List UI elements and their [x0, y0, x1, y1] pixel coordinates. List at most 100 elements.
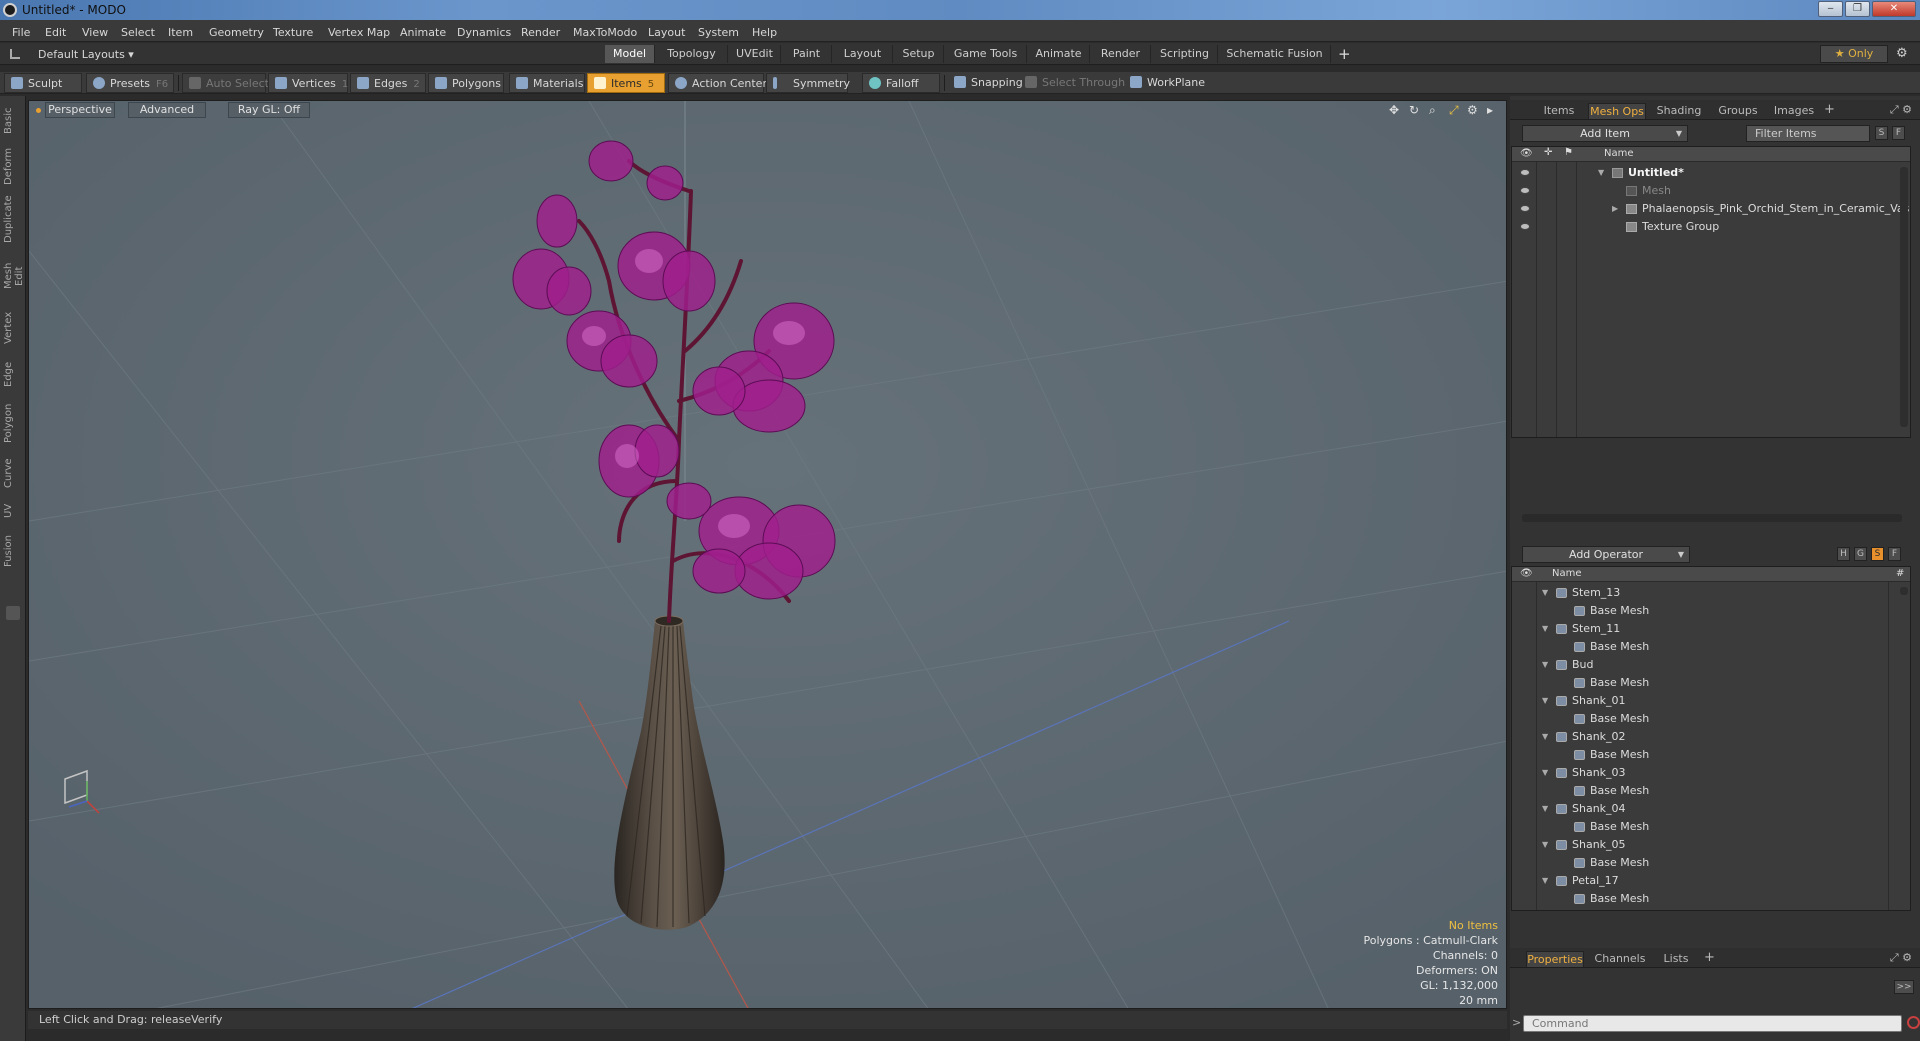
collapse-arrow-icon[interactable]: ▼: [1542, 836, 1548, 854]
visibility-eye-icon[interactable]: [1520, 187, 1530, 194]
menu-dynamics[interactable]: Dynamics: [457, 26, 511, 39]
base-mesh-row[interactable]: Base Mesh: [1512, 602, 1910, 620]
minimize-button[interactable]: ‒: [1818, 1, 1843, 17]
menu-help[interactable]: Help: [752, 26, 777, 39]
expand-properties-button[interactable]: >>: [1894, 980, 1914, 994]
ops-f-button[interactable]: F: [1888, 547, 1901, 561]
tab-animate[interactable]: Animate: [1028, 45, 1090, 63]
materials-button[interactable]: Materials: [509, 73, 585, 93]
items-button[interactable]: Items 5: [587, 73, 665, 93]
layout-icon[interactable]: [10, 49, 20, 59]
only-toggle[interactable]: ★ Only: [1820, 45, 1888, 63]
side-tab-vertex[interactable]: Vertex: [3, 308, 23, 348]
mesh-op-row[interactable]: ▼ Stem_11: [1512, 620, 1910, 638]
tab-layout[interactable]: Layout: [833, 45, 893, 63]
mesh-ops-scrollbar[interactable]: [1900, 587, 1908, 595]
menu-geometry[interactable]: Geometry: [209, 26, 264, 39]
tab-setup[interactable]: Setup: [894, 45, 944, 63]
mesh-op-row[interactable]: ▼ Petal_17: [1512, 872, 1910, 890]
panel-expand-icon[interactable]: ⤢ ⚙: [1890, 951, 1912, 965]
side-tab-duplicate[interactable]: Duplicate: [3, 194, 23, 244]
item-list-scrollbar[interactable]: [1900, 167, 1908, 427]
tab-uvedit[interactable]: UVEdit: [729, 45, 781, 63]
side-tab-deform[interactable]: Deform: [3, 146, 23, 186]
workplane-button[interactable]: WorkPlane: [1124, 73, 1208, 93]
ops-s-button[interactable]: S: [1871, 547, 1884, 561]
viewport-menu-icon[interactable]: ▸: [1487, 103, 1493, 117]
side-tab-edge[interactable]: Edge: [3, 356, 23, 392]
base-mesh-row[interactable]: Base Mesh: [1512, 854, 1910, 872]
tab-groups[interactable]: Groups: [1712, 103, 1764, 119]
collapse-arrow-icon[interactable]: ▼: [1542, 728, 1548, 746]
collapse-arrow-icon[interactable]: ▼: [1542, 764, 1548, 782]
mesh-op-row[interactable]: ▼ Shank_04: [1512, 800, 1910, 818]
collapse-arrow-icon[interactable]: ▼: [1542, 656, 1548, 674]
menu-select[interactable]: Select: [121, 26, 155, 39]
mesh-op-row[interactable]: ▼ Stem_13: [1512, 584, 1910, 602]
tab-images[interactable]: Images: [1768, 103, 1820, 119]
tab-scripting[interactable]: Scripting: [1152, 45, 1218, 63]
filter-items-input[interactable]: Filter Items: [1746, 125, 1870, 142]
viewport-settings-icon[interactable]: ⚙: [1467, 103, 1478, 117]
raygl-toggle[interactable]: Ray GL: Off: [228, 102, 310, 118]
mesh-op-row[interactable]: ▼ Shank_03: [1512, 764, 1910, 782]
tab-mesh-ops[interactable]: Mesh Ops: [1588, 103, 1646, 119]
collapse-arrow-icon[interactable]: ▼: [1542, 584, 1548, 602]
base-mesh-row[interactable]: Base Mesh: [1512, 710, 1910, 728]
side-tab-fusion[interactable]: Fusion: [3, 530, 23, 572]
base-mesh-row[interactable]: Base Mesh: [1512, 818, 1910, 836]
tab-paint[interactable]: Paint: [782, 45, 832, 63]
strip-toggle-button[interactable]: [6, 606, 20, 620]
item-list-h-scrollbar[interactable]: [1522, 514, 1902, 522]
item-row-texture-group[interactable]: Texture Group: [1512, 218, 1910, 236]
fit-icon[interactable]: ⤢: [1449, 103, 1459, 118]
add-operator-dropdown[interactable]: Add Operator ▼: [1522, 546, 1690, 563]
ops-g-button[interactable]: G: [1854, 547, 1867, 561]
maximize-button[interactable]: ❐: [1845, 1, 1870, 17]
menu-file[interactable]: File: [12, 26, 30, 39]
base-mesh-row[interactable]: Base Mesh: [1512, 638, 1910, 656]
polygons-button[interactable]: Polygons: [428, 73, 504, 93]
item-row-scene[interactable]: ▼ Untitled*: [1512, 164, 1910, 182]
action-center-button[interactable]: Action Center: [668, 73, 767, 93]
visibility-eye-icon[interactable]: [1520, 205, 1530, 212]
base-mesh-row[interactable]: Base Mesh: [1512, 674, 1910, 692]
close-button[interactable]: ✕: [1872, 1, 1916, 17]
menu-maxtomodo[interactable]: MaxToModo: [573, 26, 637, 39]
side-tab-basic[interactable]: Basic: [3, 104, 23, 138]
collapse-arrow-icon[interactable]: ▼: [1542, 872, 1548, 890]
collapse-arrow-icon[interactable]: ▼: [1542, 908, 1548, 910]
add-item-dropdown[interactable]: Add Item ▼: [1522, 125, 1688, 142]
mesh-op-row[interactable]: ▼ Shank_02: [1512, 728, 1910, 746]
layout-dropdown[interactable]: Default Layouts ▾: [38, 48, 134, 61]
tab-channels[interactable]: Channels: [1590, 951, 1650, 967]
presets-button[interactable]: Presets F6: [86, 73, 174, 93]
filter-mode-button[interactable]: F: [1892, 126, 1905, 140]
collapse-arrow-icon[interactable]: ▼: [1542, 620, 1548, 638]
mesh-op-row[interactable]: ▼ Bud: [1512, 656, 1910, 674]
collapse-arrow-icon[interactable]: ▼: [1542, 800, 1548, 818]
tab-model[interactable]: Model: [605, 45, 655, 63]
base-mesh-row[interactable]: Base Mesh: [1512, 890, 1910, 908]
zoom-icon[interactable]: ⌕: [1429, 103, 1436, 118]
tab-lists[interactable]: Lists: [1656, 951, 1696, 967]
stop-icon[interactable]: [1907, 1016, 1920, 1029]
mesh-op-row[interactable]: ▼ Shank_01: [1512, 692, 1910, 710]
select-through-button[interactable]: Select Through: [1019, 73, 1125, 93]
tab-game-tools[interactable]: Game Tools: [945, 45, 1027, 63]
collapse-arrow-icon[interactable]: ▼: [1542, 692, 1548, 710]
3d-viewport[interactable]: [28, 100, 1507, 1009]
ops-h-button[interactable]: H: [1837, 547, 1850, 561]
panel-expand-icon[interactable]: ⤢ ⚙: [1890, 103, 1912, 117]
visibility-eye-icon[interactable]: [1520, 223, 1530, 230]
vertices-button[interactable]: Vertices 1: [268, 73, 348, 93]
mesh-op-row[interactable]: ▼ Shank_05: [1512, 836, 1910, 854]
expand-arrow-icon[interactable]: ▼: [1598, 164, 1604, 182]
menu-render[interactable]: Render: [521, 26, 560, 39]
sculpt-button[interactable]: Sculpt: [4, 73, 82, 93]
auto-select-button[interactable]: Auto Select: [182, 73, 269, 93]
menu-edit[interactable]: Edit: [45, 26, 66, 39]
tab-render[interactable]: Render: [1091, 45, 1151, 63]
falloff-button[interactable]: Falloff: [862, 73, 940, 93]
shading-mode-dropdown[interactable]: Advanced: [128, 102, 206, 118]
